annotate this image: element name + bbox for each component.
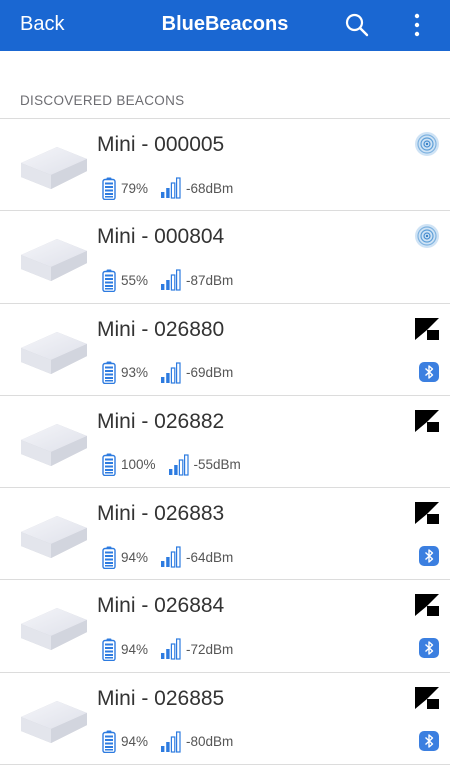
signal-strength: -68dBm xyxy=(186,180,234,196)
battery-level: 79% xyxy=(121,180,149,196)
signal-strength-icon xyxy=(161,269,181,291)
signal-strength: -55dBm xyxy=(193,457,241,473)
signal-strength: -64dBm xyxy=(186,549,234,565)
beacon-brand-icon xyxy=(415,317,439,340)
signal-strength-icon xyxy=(161,731,181,753)
signal-strength-icon xyxy=(161,638,181,661)
beacon-name: Mini - 026880 xyxy=(97,317,225,341)
signal-strength-icon xyxy=(161,177,181,199)
battery-icon xyxy=(102,730,116,754)
beacon-stats: 100% -55dBm xyxy=(102,452,241,478)
battery-icon xyxy=(102,177,116,200)
beacon-row[interactable]: Mini - 000005 79% -68dBm xyxy=(0,119,450,212)
beacon-brand-icon xyxy=(415,409,439,432)
battery-icon xyxy=(102,638,116,661)
signal-strength: -80dBm xyxy=(186,734,234,750)
beacon-row[interactable]: Mini - 000804 55% -87dBm xyxy=(0,211,450,304)
beacon-brand-icon xyxy=(415,686,439,709)
beacon-row[interactable]: Mini - 026883 94% -64dBm xyxy=(0,488,450,581)
battery-icon xyxy=(102,269,116,292)
battery-level: 94% xyxy=(121,734,149,750)
beacon-row[interactable]: Mini - 026882 100% -55dBm xyxy=(0,396,450,489)
beacon-device-image xyxy=(21,516,87,559)
beacon-stats: 94% -80dBm xyxy=(102,729,233,755)
battery-level: 100% xyxy=(121,457,156,473)
battery-icon xyxy=(102,546,116,569)
battery-icon xyxy=(102,361,116,385)
beacon-row[interactable]: Mini - 026885 94% -80dBm xyxy=(0,673,450,766)
signal-strength-icon xyxy=(168,454,189,476)
back-button[interactable]: Back xyxy=(20,13,64,36)
beacon-stats: 93% -69dBm xyxy=(102,360,233,386)
signal-strength: -72dBm xyxy=(186,641,234,657)
page-title: BlueBeacons xyxy=(161,13,289,35)
section-header: DISCOVERED BEACONS xyxy=(20,93,185,108)
beacon-stats: 79% -68dBm xyxy=(102,175,233,201)
bluetooth-icon xyxy=(419,361,439,382)
beacon-device-image xyxy=(21,331,87,374)
eddystone-icon xyxy=(415,132,439,156)
eddystone-icon xyxy=(415,224,439,249)
beacon-stats: 94% -64dBm xyxy=(102,544,233,570)
signal-strength-icon xyxy=(161,361,181,384)
beacon-stats: 94% -72dBm xyxy=(102,636,233,662)
battery-icon xyxy=(102,453,116,477)
battery-level: 55% xyxy=(121,272,149,288)
battery-level: 94% xyxy=(121,641,149,657)
beacon-device-image xyxy=(21,423,87,466)
beacon-brand-icon xyxy=(415,594,439,617)
bluetooth-icon xyxy=(419,730,439,751)
battery-level: 93% xyxy=(121,365,149,381)
beacon-device-image xyxy=(21,608,87,651)
beacon-name: Mini - 026884 xyxy=(97,594,225,618)
beacon-device-image xyxy=(21,147,87,189)
beacon-device-image xyxy=(21,700,87,743)
search-icon[interactable] xyxy=(344,12,370,38)
beacon-row[interactable]: Mini - 026884 94% -72dBm xyxy=(0,580,450,673)
more-menu-icon[interactable] xyxy=(409,12,425,38)
beacon-stats: 55% -87dBm xyxy=(102,267,233,293)
signal-strength-icon xyxy=(161,546,181,568)
bluetooth-icon xyxy=(419,546,439,567)
nav-bar: Back BlueBeacons xyxy=(0,0,450,51)
signal-strength: -87dBm xyxy=(186,272,234,288)
bluetooth-icon xyxy=(419,638,439,659)
beacon-device-image xyxy=(21,239,87,282)
beacon-name: Mini - 026882 xyxy=(97,409,225,433)
beacon-brand-icon xyxy=(415,502,439,525)
beacon-name: Mini - 000804 xyxy=(97,225,225,249)
beacon-name: Mini - 026883 xyxy=(97,502,225,526)
beacon-name: Mini - 026885 xyxy=(97,686,225,710)
beacon-name: Mini - 000005 xyxy=(97,133,225,156)
beacon-row[interactable]: Mini - 026880 93% -69dBm xyxy=(0,304,450,396)
battery-level: 94% xyxy=(121,549,149,565)
beacon-list: Mini - 000005 79% -68dBm Mini - 000804 5… xyxy=(0,118,450,766)
signal-strength: -69dBm xyxy=(186,365,234,381)
